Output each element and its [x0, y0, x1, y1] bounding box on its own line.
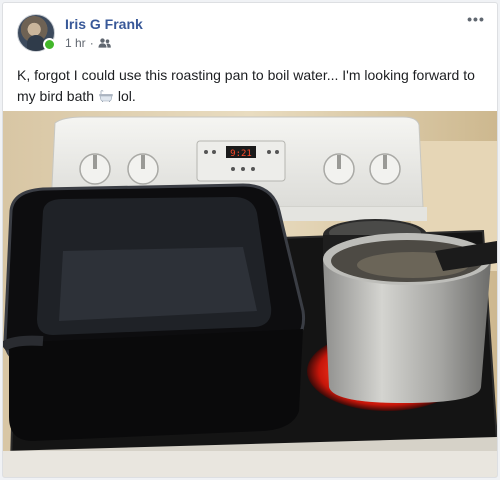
- post-timestamp[interactable]: 1 hr: [65, 36, 86, 50]
- author-name[interactable]: Iris G Frank: [65, 16, 143, 32]
- post-photo[interactable]: 9:21: [3, 111, 497, 477]
- avatar[interactable]: [17, 14, 56, 52]
- online-status-dot: [43, 38, 56, 51]
- stove-clock-text: 9:21: [230, 149, 252, 159]
- post-text: K, forgot I could use this roasting pan …: [17, 65, 487, 107]
- post-header: Iris G Frank 1 hr · •••: [3, 3, 497, 53]
- post-text-body: K, forgot I could use this roasting pan …: [17, 67, 475, 104]
- counter-edge: [3, 451, 497, 477]
- meta-separator: ·: [89, 36, 94, 50]
- post-card: Iris G Frank 1 hr · ••• K, forgot I coul…: [2, 2, 498, 478]
- bathtub-icon: [98, 90, 113, 102]
- post-meta: 1 hr ·: [65, 36, 111, 50]
- post-text-tail: lol.: [117, 88, 136, 104]
- more-options-button[interactable]: •••: [465, 12, 487, 29]
- roasting-pan: [3, 183, 306, 441]
- saucepan: [323, 233, 497, 403]
- friends-icon[interactable]: [98, 38, 111, 48]
